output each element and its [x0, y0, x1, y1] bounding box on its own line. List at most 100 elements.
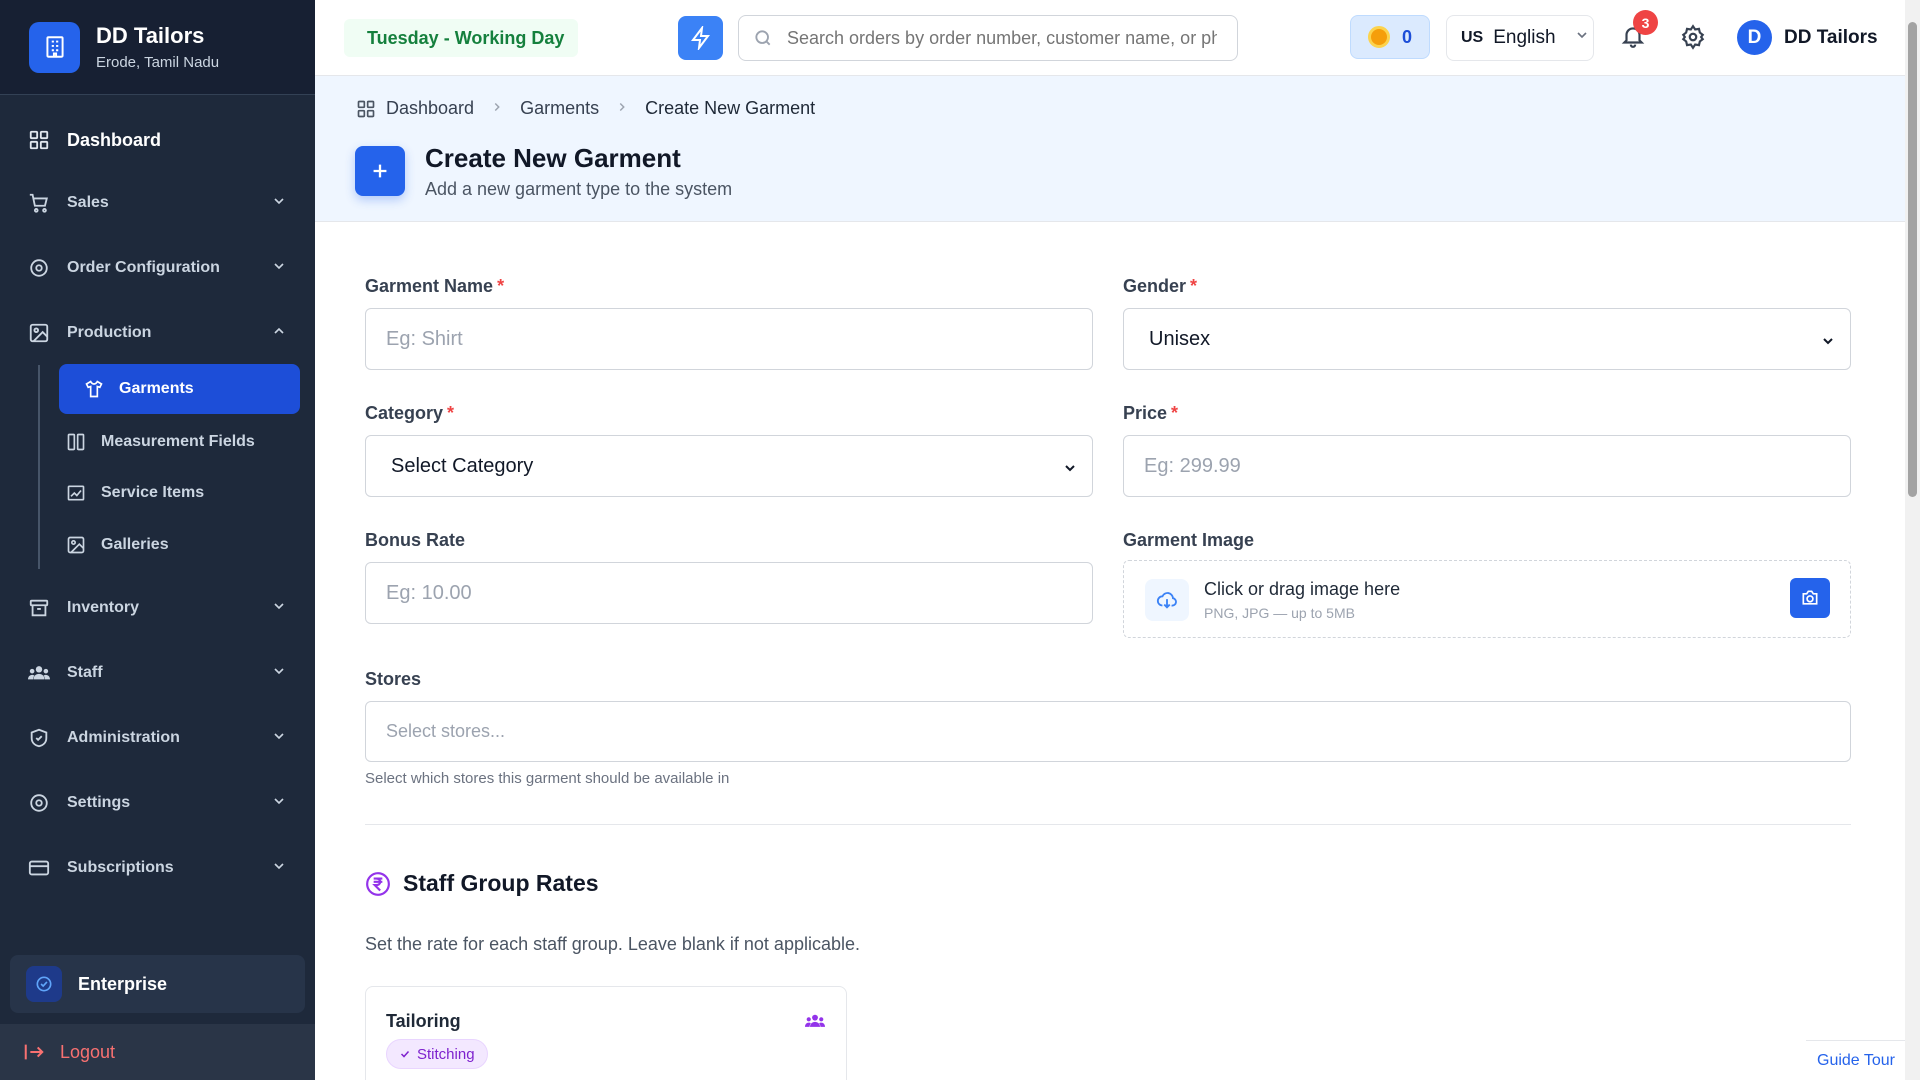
card-icon: [27, 856, 51, 880]
working-day-badge: Tuesday - Working Day: [344, 19, 579, 57]
sidebar-item-staff[interactable]: Staff: [0, 653, 315, 693]
sidebar-item-sales[interactable]: Sales: [0, 183, 315, 223]
price-label: Price *: [1123, 403, 1179, 423]
staff-rate-card[interactable]: Tailoring Stitching: [365, 986, 847, 1080]
sidebar-item-subscriptions[interactable]: Subscriptions: [0, 848, 315, 888]
gender-value: Unisex: [1149, 327, 1211, 350]
breadcrumb-dashboard[interactable]: Dashboard: [386, 98, 474, 119]
gender-select[interactable]: Unisex: [1123, 308, 1851, 370]
sidebar-subitem-garments[interactable]: Garments: [59, 364, 300, 414]
cloud-upload-icon: [1145, 579, 1189, 621]
category-select[interactable]: Select Category: [365, 435, 1093, 497]
shield-icon: [27, 726, 51, 750]
sidebar-item-settings[interactable]: Settings: [0, 783, 315, 823]
user-menu[interactable]: D DD Tailors: [1737, 20, 1878, 55]
sidebar-item-label: Staff: [67, 664, 103, 681]
sidebar-item-label: Dashboard: [67, 129, 162, 150]
garment-name-label: Garment Name *: [365, 276, 505, 296]
brand-location: Erode, Tamil Nadu: [96, 54, 220, 71]
garment-form: Garment Name * Eg: Shirt Gender * Unisex C…: [315, 222, 1905, 1080]
category-value: Select Category: [391, 454, 534, 477]
breadcrumb-garments[interactable]: Garments: [520, 98, 599, 119]
sidebar-item-inventory[interactable]: Inventory: [0, 588, 315, 628]
price-input[interactable]: Eg: 299.99: [1123, 435, 1851, 497]
logout-label: Logout: [60, 1041, 116, 1062]
search-icon: [755, 30, 771, 46]
scrollbar-thumb[interactable]: [1908, 22, 1917, 497]
dashboard-grid-icon: [27, 128, 51, 152]
plan-badge[interactable]: Enterprise: [10, 955, 305, 1013]
image-dropzone[interactable]: Click or drag image here PNG, JPG — up t…: [1123, 560, 1851, 638]
sidebar-subitem-label: Service Items: [101, 484, 205, 501]
notification-count-badge: 3: [1633, 10, 1658, 35]
chevron-down-icon: [1062, 459, 1078, 482]
sidebar-item-label: Subscriptions: [67, 859, 174, 876]
users-icon: [27, 661, 51, 685]
chevron-down-icon: [271, 663, 287, 684]
coin-balance[interactable]: 0: [1350, 15, 1430, 59]
breadcrumb-current: Create New Garment: [645, 98, 816, 118]
camera-button[interactable]: [1790, 578, 1830, 618]
topbar: Tuesday - Working Day 0 US English 3 D D…: [315, 0, 1905, 76]
category-label: Category *: [365, 403, 455, 423]
chevron-down-icon: [271, 598, 287, 619]
page-title: Create New Garment: [425, 143, 681, 173]
check-icon: [400, 1050, 410, 1058]
bonus-rate-input[interactable]: Eg: 10.00: [365, 562, 1093, 624]
dashboard-grid-icon: [357, 100, 375, 117]
chevron-right-icon: [615, 98, 629, 119]
brand[interactable]: DD Tailors Erode, Tamil Nadu: [0, 0, 315, 95]
quick-action-button[interactable]: [678, 16, 723, 60]
sidebar-item-administration[interactable]: Administration: [0, 718, 315, 758]
logout-button[interactable]: Logout: [0, 1024, 315, 1080]
sidebar-subitem-label: Garments: [119, 380, 194, 397]
page-header: Dashboard Garments Create New Garment Cr…: [315, 76, 1905, 222]
page-subtitle: Add a new garment type to the system: [425, 179, 733, 199]
language-selector[interactable]: US English: [1446, 15, 1594, 61]
submenu-guide-line: [38, 365, 40, 569]
sidebar: DD Tailors Erode, Tamil Nadu Dashboard S…: [0, 0, 315, 1080]
garment-image-label: Garment Image: [1123, 530, 1255, 550]
chevron-down-icon: [271, 793, 287, 814]
chevron-right-icon: [490, 98, 504, 119]
users-icon: [802, 1011, 828, 1036]
sidebar-item-production[interactable]: Production: [0, 313, 315, 353]
staff-group-name: Tailoring: [386, 1011, 461, 1031]
country-code: US: [1461, 29, 1484, 46]
stores-multiselect[interactable]: Select stores...: [365, 701, 1851, 762]
sidebar-subitem-label: Measurement Fields: [101, 433, 255, 450]
sidebar-item-order-configuration[interactable]: Order Configuration: [0, 248, 315, 288]
settings-button[interactable]: [1680, 24, 1706, 55]
gear-icon: [1681, 24, 1705, 50]
plan-label: Enterprise: [78, 973, 168, 994]
stores-label: Stores: [365, 669, 422, 689]
lightning-icon: [690, 26, 710, 50]
sidebar-subitem-galleries[interactable]: Galleries: [59, 520, 300, 570]
shirt-icon: [83, 378, 105, 400]
chevron-down-icon: [271, 728, 287, 749]
chevron-up-icon: [271, 323, 287, 344]
garment-name-input[interactable]: Eg: Shirt: [365, 308, 1093, 370]
logout-icon: [22, 1041, 46, 1063]
section-divider: [365, 824, 1851, 825]
search-box[interactable]: [738, 15, 1238, 61]
sidebar-subitem-service-items[interactable]: Service Items: [59, 468, 300, 518]
plus-icon: [355, 146, 405, 196]
search-input[interactable]: [787, 27, 1217, 49]
dropzone-hint: PNG, JPG — up to 5MB: [1204, 605, 1355, 621]
sidebar-item-label: Settings: [67, 794, 131, 811]
chevron-down-icon: [271, 258, 287, 279]
dropzone-title: Click or drag image here: [1204, 579, 1401, 599]
sidebar-item-label: Sales: [67, 194, 109, 211]
staff-rates-subtitle: Set the rate for each staff group. Leave…: [365, 934, 860, 954]
image-icon: [27, 321, 51, 345]
rupee-icon: [366, 871, 390, 896]
chevron-down-icon: [271, 858, 287, 879]
scrollbar[interactable]: [1905, 0, 1920, 1080]
sidebar-item-dashboard[interactable]: Dashboard: [0, 120, 315, 160]
staff-group-tag: Stitching: [386, 1039, 488, 1069]
gallery-icon: [65, 534, 87, 556]
guide-tour-button[interactable]: Guide Tour: [1806, 1040, 1906, 1080]
archive-icon: [27, 596, 51, 620]
sidebar-subitem-measurement-fields[interactable]: Measurement Fields: [59, 417, 300, 467]
